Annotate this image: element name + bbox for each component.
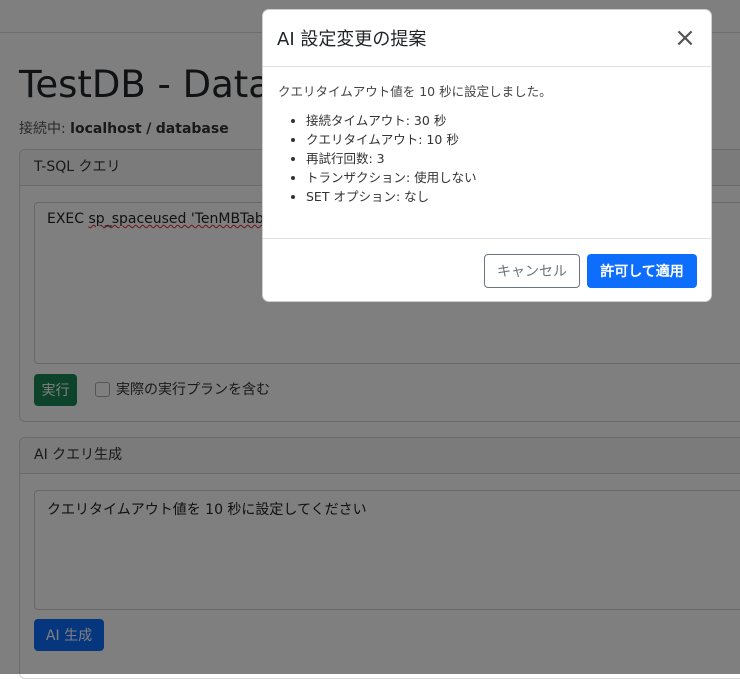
apply-button[interactable]: 許可して適用 bbox=[587, 254, 697, 288]
list-item: トランザクション: 使用しない bbox=[306, 168, 477, 187]
list-item: クエリタイムアウト: 10 秒 bbox=[306, 130, 477, 149]
list-item: 接続タイムアウト: 30 秒 bbox=[306, 111, 477, 130]
settings-suggestion-modal: AI 設定変更の提案 × クエリタイムアウト値を 10 秒に設定しました。 接続… bbox=[262, 9, 712, 302]
modal-header: AI 設定変更の提案 × bbox=[263, 10, 711, 67]
modal-body: クエリタイムアウト値を 10 秒に設定しました。 接続タイムアウト: 30 秒 … bbox=[263, 67, 711, 237]
modal-intro-text: クエリタイムアウト値を 10 秒に設定しました。 bbox=[278, 84, 552, 99]
cancel-button[interactable]: キャンセル bbox=[484, 254, 580, 288]
modal-title: AI 設定変更の提案 bbox=[277, 29, 427, 50]
close-icon[interactable]: × bbox=[673, 25, 697, 51]
settings-list: 接続タイムアウト: 30 秒 クエリタイムアウト: 10 秒 再試行回数: 3 … bbox=[278, 111, 477, 206]
list-item: SET オプション: なし bbox=[306, 187, 477, 206]
modal-footer: キャンセル 許可して適用 bbox=[263, 238, 711, 302]
list-item: 再試行回数: 3 bbox=[306, 149, 477, 168]
